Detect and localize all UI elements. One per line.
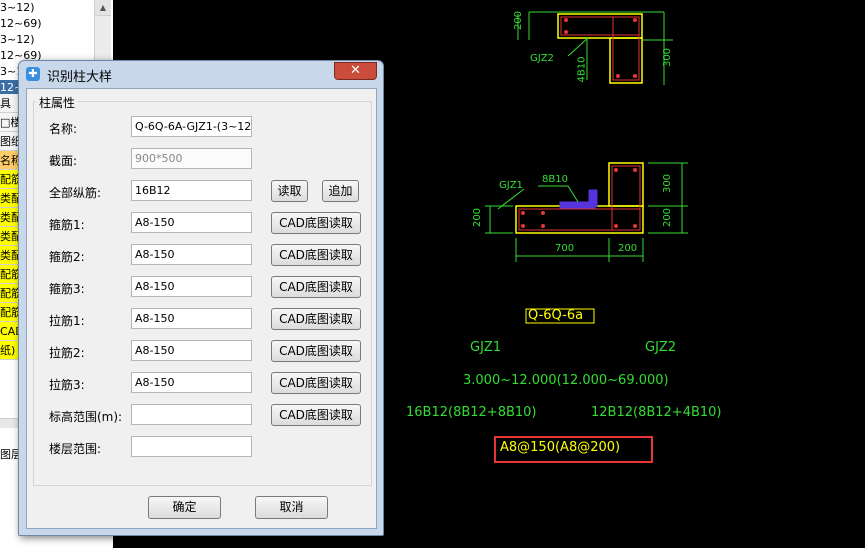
dialog-client: 柱属性 名称: Q-6Q-6A-GJZ1-(3~12) 截面: 900*500 …	[26, 88, 377, 529]
gjz1-dim-700: 700	[555, 243, 575, 254]
gjz2-dim-200: 200	[513, 10, 525, 31]
section-input: 900*500	[131, 148, 252, 169]
elevation-range-label: 标高范围(m):	[49, 410, 123, 424]
tie3-label: 拉筋3:	[49, 378, 85, 392]
tie2-cad-read-button[interactable]: CAD底图读取	[271, 340, 361, 362]
gjz2-section	[517, 11, 673, 85]
dialog-titlebar[interactable]: ✚ 识别柱大样 ✕	[19, 61, 383, 87]
section-label: 截面:	[49, 154, 78, 168]
list-item[interactable]: 12~69)	[0, 16, 94, 32]
gjz2-dim-4b10: 4B10	[576, 56, 588, 83]
dialog-title: 识别柱大样	[47, 70, 113, 85]
gjz1-dim-200-right: 200	[662, 207, 674, 228]
close-button[interactable]: ✕	[334, 62, 377, 80]
name-label: 名称:	[49, 122, 78, 136]
gjz1-dim-300: 300	[662, 173, 674, 194]
stirrup1-cad-read-button[interactable]: CAD底图读取	[271, 212, 361, 234]
tie2-label: 拉筋2:	[49, 346, 85, 360]
gjz1-dim-200-bottom: 200	[618, 243, 638, 254]
stirrup2-label: 箍筋2:	[49, 250, 85, 264]
tie3-cad-read-button[interactable]: CAD底图读取	[271, 372, 361, 394]
identify-column-detail-dialog: ✚ 识别柱大样 ✕ 柱属性 名称: Q-6Q-6A-GJZ1-(3~12) 截面…	[18, 60, 384, 536]
tie1-cad-read-button[interactable]: CAD底图读取	[271, 308, 361, 330]
stirrup3-label: 箍筋3:	[49, 282, 85, 296]
col1-name: GJZ1	[470, 340, 502, 355]
stirrup-text: A8@150(A8@200)	[500, 440, 621, 455]
gjz1-label: GJZ1	[499, 180, 523, 191]
floor-range-input[interactable]	[131, 436, 252, 457]
gjz2-label: GJZ2	[530, 53, 554, 64]
all-rebar-label: 全部纵筋:	[49, 186, 102, 200]
col2-rebar: 12B12(8B12+4B10)	[591, 405, 722, 420]
stirrup1-input[interactable]: A8-150	[131, 212, 252, 233]
gjz1-dim-200-left: 200	[472, 207, 484, 228]
gjz1-dim-8b10: 8B10	[542, 174, 568, 185]
name-input[interactable]: Q-6Q-6A-GJZ1-(3~12)	[131, 116, 252, 137]
tie2-input[interactable]: A8-150	[131, 340, 252, 361]
elevation-text: 3.000~12.000(12.000~69.000)	[463, 373, 669, 388]
col1-rebar: 16B12(8B12+8B10)	[406, 405, 537, 420]
stirrup3-cad-read-button[interactable]: CAD底图读取	[271, 276, 361, 298]
stirrup2-input[interactable]: A8-150	[131, 244, 252, 265]
ok-button[interactable]: 确定	[148, 496, 221, 519]
section-title: Q-6Q-6a	[528, 308, 584, 323]
all-rebar-input[interactable]: 16B12	[131, 180, 252, 201]
read-button[interactable]: 读取	[271, 180, 308, 202]
tie3-input[interactable]: A8-150	[131, 372, 252, 393]
append-button[interactable]: 追加	[322, 180, 359, 202]
floor-range-label: 楼层范围:	[49, 442, 102, 456]
list-item[interactable]: 3~12)	[0, 0, 94, 16]
app-icon: ✚	[26, 67, 40, 81]
gjz1-section	[485, 162, 688, 262]
list-item[interactable]: 3~12)	[0, 32, 94, 48]
tie1-label: 拉筋1:	[49, 314, 85, 328]
cancel-button[interactable]: 取消	[255, 496, 328, 519]
elevation-cad-read-button[interactable]: CAD底图读取	[271, 404, 361, 426]
gjz2-dim-300: 300	[662, 47, 674, 68]
elevation-range-input[interactable]	[131, 404, 252, 425]
group-title: 柱属性	[36, 94, 79, 111]
tie1-input[interactable]: A8-150	[131, 308, 252, 329]
col2-name: GJZ2	[645, 340, 677, 355]
stirrup1-label: 箍筋1:	[49, 218, 85, 232]
stirrup2-cad-read-button[interactable]: CAD底图读取	[271, 244, 361, 266]
stirrup3-input[interactable]: A8-150	[131, 276, 252, 297]
scroll-up-icon[interactable]: ▲	[95, 0, 111, 16]
